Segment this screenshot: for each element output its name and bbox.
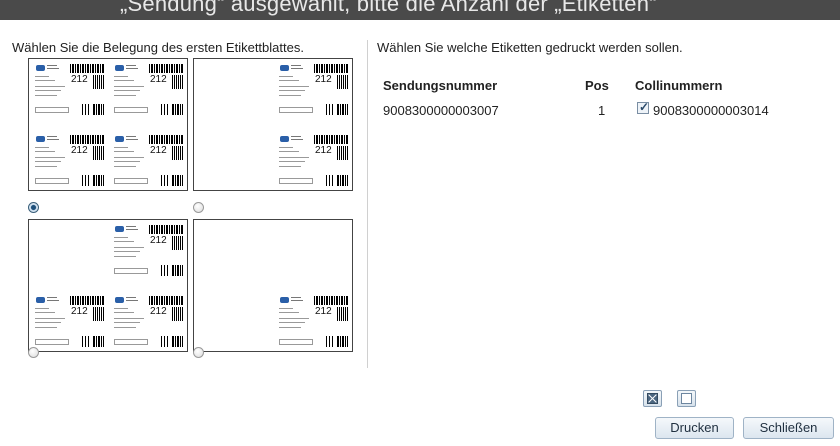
print-button[interactable]: Drucken xyxy=(655,417,734,439)
column-header-collinummern: Collinummern xyxy=(635,78,723,93)
label-thumbnail: 212 xyxy=(111,223,185,278)
label-number: 212 xyxy=(71,145,88,156)
cell-sendungsnummer: 9008300000003007 xyxy=(383,103,499,118)
layout-2-radio[interactable] xyxy=(193,202,204,213)
cell-pos: 1 xyxy=(598,103,606,118)
label-number: 212 xyxy=(71,306,88,317)
close-button[interactable]: Schließen xyxy=(743,417,834,439)
cell-collinummer: 9008300000003014 xyxy=(653,103,769,118)
label-number: 212 xyxy=(150,74,167,85)
column-header-sendungsnummer: Sendungsnummer xyxy=(383,78,498,93)
sheet-layout-4[interactable]: 212 xyxy=(193,219,353,352)
deselect-all-button[interactable] xyxy=(643,390,662,407)
label-number: 212 xyxy=(315,74,332,85)
label-thumbnail: 212 xyxy=(276,294,350,349)
column-header-pos: Pos xyxy=(585,78,609,93)
layout-3-radio[interactable] xyxy=(28,347,39,358)
sheet-layout-1[interactable]: 212 212 212 212 xyxy=(28,58,188,191)
collinummer-checkbox[interactable]: ✓ xyxy=(637,100,650,114)
label-number: 212 xyxy=(71,74,88,85)
label-thumbnail: 212 xyxy=(32,133,106,188)
label-number: 212 xyxy=(315,306,332,317)
label-thumbnail: 212 xyxy=(276,62,350,117)
label-thumbnail: 212 xyxy=(111,133,185,188)
layout-1-radio[interactable] xyxy=(28,202,39,213)
label-thumbnail: 212 xyxy=(32,62,106,117)
sheet-layout-2[interactable]: 212 212 xyxy=(193,58,353,191)
label-number: 212 xyxy=(150,145,167,156)
layout-heading: Wählen Sie die Belegung des ersten Etike… xyxy=(12,40,304,55)
label-thumbnail: 212 xyxy=(111,62,185,117)
sheet-layout-3[interactable]: 212 212 212 xyxy=(28,219,188,352)
layout-4-radio[interactable] xyxy=(193,347,204,358)
panel-divider xyxy=(367,40,368,368)
select-all-button[interactable] xyxy=(677,390,696,407)
label-thumbnail: 212 xyxy=(111,294,185,349)
deselect-all-icon xyxy=(647,393,658,404)
label-number: 212 xyxy=(150,306,167,317)
window-title-bar: „Sendung“ ausgewählt, bitte die Anzahl d… xyxy=(0,0,840,20)
checkmark-icon: ✓ xyxy=(639,100,650,114)
window-title: „Sendung“ ausgewählt, bitte die Anzahl d… xyxy=(120,0,657,16)
label-number: 212 xyxy=(315,145,332,156)
select-all-icon xyxy=(681,393,692,404)
label-thumbnail: 212 xyxy=(32,294,106,349)
label-number: 212 xyxy=(150,235,167,246)
labels-heading: Wählen Sie welche Etiketten gedruckt wer… xyxy=(377,40,683,55)
label-thumbnail: 212 xyxy=(276,133,350,188)
